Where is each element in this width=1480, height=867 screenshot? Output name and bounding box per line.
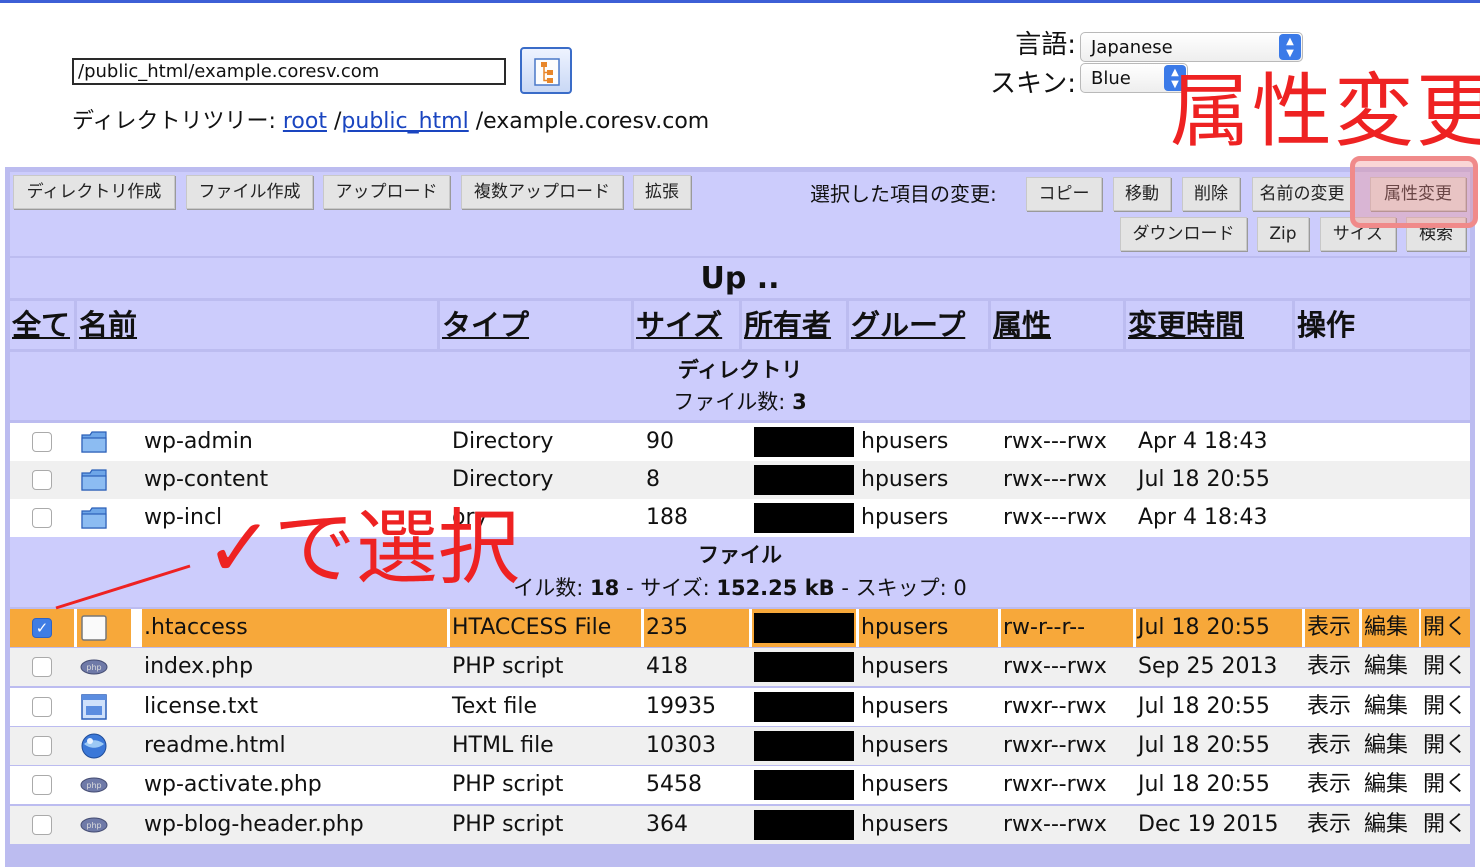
annotation-arrow: [55, 564, 191, 610]
select-annotation-text: ✓で選択: [205, 501, 520, 596]
